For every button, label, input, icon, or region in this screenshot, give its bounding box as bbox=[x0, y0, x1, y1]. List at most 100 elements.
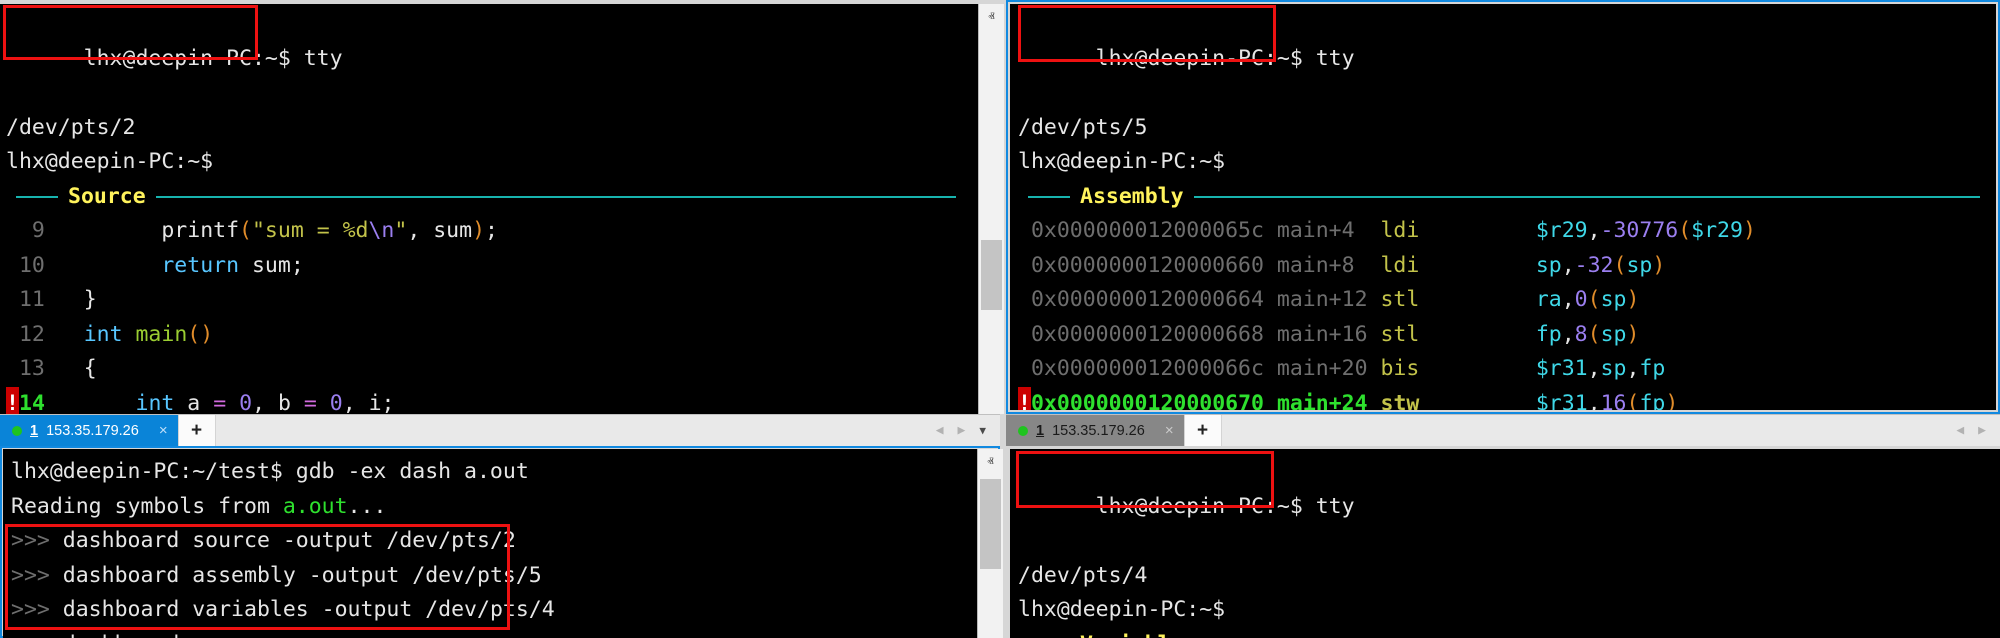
scroll-down-icon[interactable]: ⱟ bbox=[978, 612, 1003, 638]
right-tab-session-1[interactable]: 1 153.35.179.26 × bbox=[1006, 415, 1184, 446]
instruction-operands: ra,0(sp) bbox=[1536, 287, 1640, 312]
code-token: ) bbox=[1665, 391, 1678, 411]
code-token bbox=[58, 253, 162, 278]
section-rule-right bbox=[156, 196, 956, 198]
close-icon[interactable]: × bbox=[159, 422, 168, 439]
code-token: { bbox=[84, 356, 97, 381]
code-token bbox=[1018, 322, 1031, 347]
code-token: ( bbox=[1588, 287, 1601, 312]
assembly-section-header: Assembly bbox=[1018, 180, 1990, 215]
code-token: ( bbox=[1626, 391, 1639, 411]
assembly-terminal-pane[interactable]: lhx@deepin-PC:~$ tty /dev/pts/5 lhx@deep… bbox=[1010, 4, 1996, 410]
code-token bbox=[123, 322, 136, 347]
code-token: = bbox=[304, 391, 317, 415]
chevron-down-icon[interactable]: ▼ bbox=[979, 424, 986, 437]
desktop-root: lhx@deepin-PC:~$ tty /dev/pts/2 lhx@deep… bbox=[0, 0, 2000, 638]
code-token bbox=[1432, 356, 1536, 381]
code-token: , bbox=[1588, 391, 1601, 411]
assembly-tty-command-line: lhx@deepin-PC:~$ tty bbox=[1018, 7, 1996, 111]
code-token: , i; bbox=[343, 391, 395, 415]
source-code-line: 11 } bbox=[6, 283, 978, 318]
chevron-right-icon[interactable]: ▶ bbox=[958, 423, 966, 438]
instruction-mnemonic: bis bbox=[1380, 356, 1432, 381]
code-token: $r29 bbox=[1691, 218, 1743, 243]
code-token bbox=[226, 391, 239, 415]
instruction-operands: $r29,-30776($r29) bbox=[1536, 218, 1756, 243]
code-token: Reading symbols from bbox=[11, 494, 283, 519]
source-code-line: !14 int a = 0, b = 0, i; bbox=[6, 387, 978, 415]
source-pane-scrollbar[interactable]: ⱏ ⱟ bbox=[978, 4, 1004, 414]
instruction-mnemonic: stw bbox=[1381, 391, 1433, 411]
scroll-up-icon[interactable]: ⱏ bbox=[979, 4, 1004, 30]
code-token: sp bbox=[1601, 287, 1627, 312]
variables-tty-output: /dev/pts/4 bbox=[1018, 559, 2000, 594]
code-token: ( bbox=[1678, 218, 1691, 243]
gdb-prompt-marker: >>> bbox=[11, 597, 50, 622]
assembly-instruction-row: 0x000000012000065c main+4 ldi $r29,-3077… bbox=[1018, 214, 1996, 249]
code-token: , b bbox=[252, 391, 304, 415]
section-rule-right bbox=[1194, 196, 1980, 198]
left-window-tabbar[interactable]: 1 153.35.179.26 × + ◀ ▶ ▼ bbox=[0, 414, 1000, 446]
code-token: a.out bbox=[283, 494, 348, 519]
code-token: ( bbox=[239, 218, 252, 243]
connection-status-icon bbox=[1018, 426, 1028, 436]
gdb-console-line: Reading symbols from a.out... bbox=[11, 490, 977, 525]
source-code-listing: 9 printf("sum = %d\n", sum); 10 return s… bbox=[6, 214, 978, 414]
right-window-tabbar[interactable]: 1 153.35.179.26 × + ◀ ▶ bbox=[1006, 414, 2000, 446]
variables-shell-prompt: lhx@deepin-PC:~$ bbox=[1096, 494, 1303, 519]
code-token bbox=[1432, 322, 1536, 347]
assembly-instruction-row: 0x0000000120000668 main+16 stl fp,8(sp) bbox=[1018, 318, 1996, 353]
code-token bbox=[1432, 287, 1536, 312]
code-token bbox=[1018, 253, 1031, 278]
right-tabbar-nav[interactable]: ◀ ▶ bbox=[1956, 415, 2000, 446]
scrollbar-thumb[interactable] bbox=[980, 479, 1001, 569]
gdb-console-line: lhx@deepin-PC:~/test$ gdb -ex dash a.out bbox=[11, 455, 977, 490]
scrollbar-thumb[interactable] bbox=[981, 240, 1002, 310]
scroll-up-icon[interactable]: ⱏ bbox=[978, 449, 1003, 475]
scroll-down-icon[interactable]: ⱟ bbox=[979, 388, 1004, 414]
code-token: -30776 bbox=[1601, 218, 1679, 243]
left-tab-session-1[interactable]: 1 153.35.179.26 × bbox=[0, 415, 178, 446]
code-token bbox=[6, 356, 19, 381]
code-token bbox=[239, 253, 252, 278]
code-token: int bbox=[136, 391, 175, 415]
code-token bbox=[58, 391, 136, 415]
code-token: ; bbox=[485, 218, 498, 243]
gdb-console-scrollbar[interactable]: ⱏ ⱟ bbox=[977, 449, 1003, 638]
right-new-tab-button[interactable]: + bbox=[1184, 415, 1222, 446]
code-token: 0 bbox=[1575, 287, 1588, 312]
code-token: \n bbox=[368, 218, 394, 243]
left-tabbar-nav[interactable]: ◀ ▶ ▼ bbox=[936, 415, 1000, 446]
gdb-output-lines: lhx@deepin-PC:~/test$ gdb -ex dash a.out… bbox=[11, 455, 977, 638]
code-token: fp bbox=[1639, 356, 1665, 381]
assembly-instruction-listing: 0x000000012000065c main+4 ldi $r29,-3077… bbox=[1018, 214, 1996, 410]
code-token: $r31 bbox=[1536, 391, 1588, 411]
source-line-number: 11 bbox=[19, 287, 58, 312]
breakpoint-marker-icon[interactable]: ! bbox=[1018, 387, 1031, 411]
code-token: 8 bbox=[1575, 322, 1588, 347]
variables-terminal-pane[interactable]: lhx@deepin-PC:~$ tty /dev/pts/4 lhx@deep… bbox=[1010, 449, 2000, 638]
gdb-console-pane[interactable]: lhx@deepin-PC:~/test$ gdb -ex dash a.out… bbox=[3, 449, 977, 638]
variables-tty-command: tty bbox=[1303, 494, 1355, 519]
instruction-symbol: main+4 bbox=[1277, 218, 1381, 243]
left-tab-index: 1 bbox=[30, 423, 38, 439]
source-terminal-pane[interactable]: lhx@deepin-PC:~$ tty /dev/pts/2 lhx@deep… bbox=[0, 4, 978, 414]
chevron-left-icon[interactable]: ◀ bbox=[1956, 423, 1964, 438]
left-new-tab-button[interactable]: + bbox=[178, 415, 216, 446]
code-token: , bbox=[1588, 218, 1601, 243]
code-token: -32 bbox=[1575, 253, 1614, 278]
code-token bbox=[1432, 253, 1536, 278]
code-token: main bbox=[135, 322, 187, 347]
code-token bbox=[1018, 356, 1031, 381]
variables-tty-command-line: lhx@deepin-PC:~$ tty bbox=[1018, 455, 2000, 559]
breakpoint-marker-icon[interactable]: ! bbox=[6, 387, 19, 415]
chevron-left-icon[interactable]: ◀ bbox=[936, 423, 944, 438]
code-token bbox=[6, 322, 19, 347]
chevron-right-icon[interactable]: ▶ bbox=[1978, 423, 1986, 438]
close-icon[interactable]: × bbox=[1165, 422, 1174, 439]
code-token: ) bbox=[1626, 287, 1639, 312]
right-tabbar-spacer bbox=[1222, 415, 1957, 446]
code-token: sp bbox=[1601, 356, 1627, 381]
variables-section-header: Variables bbox=[1018, 628, 1996, 638]
source-section-header: Source bbox=[6, 180, 966, 215]
